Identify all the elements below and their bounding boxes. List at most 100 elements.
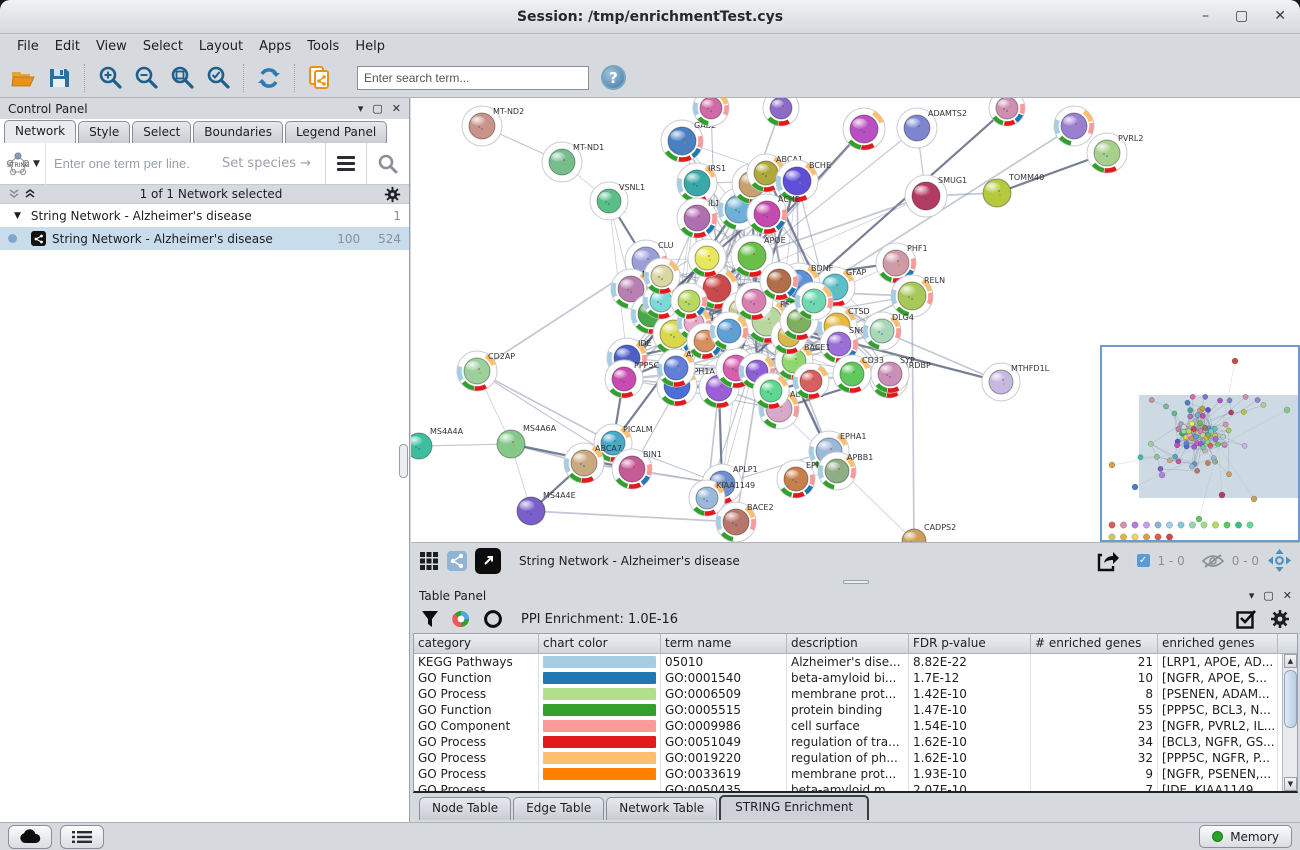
network-node[interactable] [795,282,833,320]
zoom-out-icon[interactable] [133,65,159,91]
column-header-enrichedgenes[interactable]: # enriched genes [1031,634,1158,653]
network-node-irs1[interactable] [1188,408,1193,413]
network-node-bace2[interactable] [1195,468,1200,473]
network-node[interactable] [1190,394,1195,399]
network-node-ache[interactable] [1200,413,1205,418]
tab-boundaries[interactable]: Boundaries [193,121,283,143]
network-node[interactable] [1054,106,1094,146]
zoom-fit-icon[interactable] [169,65,195,91]
network-node-mt-nd1[interactable]: MT-ND1 [542,142,604,182]
network-node-smug1[interactable]: SMUG1 [905,175,967,217]
network-node-phf1[interactable] [1223,422,1228,427]
task-history-button[interactable] [60,825,104,849]
column-header-FDRp-value[interactable]: FDR p-value [909,634,1031,653]
tab-node-table[interactable]: Node Table [419,797,511,820]
table-row[interactable]: GO ProcessGO:0033619membrane prot...1.93… [414,766,1282,782]
memory-button[interactable]: Memory [1199,825,1292,848]
network-node[interactable] [710,312,748,350]
network-node[interactable] [1208,429,1213,434]
selected-count-checkbox-icon[interactable]: ✓ [1137,554,1150,567]
search-input[interactable] [357,66,589,90]
network-node-abca7[interactable] [1167,458,1172,463]
scrollbar-thumb[interactable] [1284,670,1297,728]
network-node-cadps2[interactable] [1226,472,1231,477]
table-row[interactable]: GO ProcessGO:0050435beta-amyloid m...2.0… [414,782,1282,791]
network-node[interactable] [1198,429,1203,434]
network-node[interactable] [843,108,885,150]
network-node[interactable] [760,262,798,300]
network-node-mt-nd1[interactable] [1163,404,1168,409]
filter-icon[interactable] [421,610,439,628]
column-header-category[interactable]: category [414,634,539,653]
panel-close-icon[interactable]: ✕ [1283,590,1292,601]
network-node-ms4a4a[interactable] [1138,455,1143,460]
panel-close-icon[interactable]: ✕ [392,103,401,114]
network-node-mt-nd2[interactable] [1149,397,1154,402]
birds-eye-view[interactable] [1100,345,1300,542]
network-node-epha3[interactable] [1205,461,1210,466]
network-node-gab2[interactable] [1185,400,1190,405]
tab-edge-table[interactable]: Edge Table [513,797,604,820]
network-node-pvrl2[interactable]: PVRL2 [1087,133,1143,173]
string-protein-query-icon[interactable]: STRING ▼ [0,143,46,185]
network-node[interactable] [763,98,799,126]
string-search-icon[interactable] [367,153,409,175]
network-node[interactable] [1186,429,1191,434]
network-node-dlg4[interactable]: DLG4 [863,312,914,350]
network-node-ms4a4e[interactable]: MS4A4E [517,491,576,525]
string-options-icon[interactable] [326,156,366,171]
network-node-gab2[interactable]: GAB2 [661,120,716,162]
network-node[interactable] [1191,426,1196,431]
tree-collapse-icon[interactable]: ▼ [14,211,21,221]
menu-item-select[interactable]: Select [136,36,190,57]
network-node[interactable] [793,363,829,399]
expand-collapse-all-icons[interactable] [8,188,38,200]
select-columns-icon[interactable] [1236,609,1256,629]
network-node[interactable] [1217,398,1222,403]
menu-item-help[interactable]: Help [348,36,392,57]
tab-network[interactable]: Network [4,120,76,143]
network-node[interactable] [1189,421,1194,426]
network-node-apbb1[interactable]: APBB1 [818,452,873,490]
network-node-cd2ap[interactable]: CD2AP [457,351,515,391]
column-header-termname[interactable]: term name [661,634,787,653]
network-node-smug1[interactable] [1229,410,1234,415]
tab-select[interactable]: Select [132,121,191,143]
table-row[interactable]: GO ProcessGO:0006509membrane prot...1.42… [414,686,1282,702]
network-node-abca1[interactable] [1200,406,1205,411]
tab-style[interactable]: Style [78,121,130,143]
cloud-button[interactable] [8,825,52,849]
network-node-bin1[interactable] [1176,459,1181,464]
share-network-icon[interactable] [447,551,467,571]
network-options-gear-icon[interactable] [384,186,401,203]
network-node-reln[interactable]: RELN [891,275,945,317]
tab-legend-panel[interactable]: Legend Panel [285,121,387,143]
tab-string-enrichment[interactable]: STRING Enrichment [719,795,869,820]
table-row[interactable]: KEGG Pathways05010Alzheimer's dise...8.8… [414,654,1282,670]
open-in-browser-icon[interactable] [475,548,501,574]
network-node-mme[interactable] [1176,427,1181,432]
network-node[interactable] [753,373,789,409]
column-header-enrichedgenes[interactable]: enriched genes [1158,634,1278,653]
string-term-input[interactable] [46,156,222,171]
table-row[interactable]: GO FunctionGO:0001540beta-amyloid bi...1… [414,670,1282,686]
horizontal-splitter[interactable] [411,578,1300,586]
set-species-link[interactable]: Set species → [222,156,311,171]
column-header-description[interactable]: description [787,634,909,653]
grid-view-icon[interactable] [419,551,439,571]
network-node-bche[interactable] [1205,407,1210,412]
enrichment-chart-icon[interactable] [451,609,471,629]
network-node-apbb1[interactable] [1213,459,1218,464]
tab-network-table[interactable]: Network Table [606,797,717,820]
network-node-aplp2[interactable] [1184,441,1189,446]
network-node-vsnl1[interactable] [1172,411,1177,416]
menu-item-edit[interactable]: Edit [48,36,87,57]
zoom-in-icon[interactable] [97,65,123,91]
network-node[interactable] [644,258,680,294]
network-node-cd33[interactable] [1215,442,1220,447]
open-file-icon[interactable] [10,65,36,91]
network-node[interactable] [1202,425,1207,430]
network-node-il1b[interactable] [1188,414,1193,419]
scroll-down-arrow[interactable]: ▼ [1284,777,1297,791]
scroll-up-arrow[interactable]: ▲ [1284,654,1297,668]
